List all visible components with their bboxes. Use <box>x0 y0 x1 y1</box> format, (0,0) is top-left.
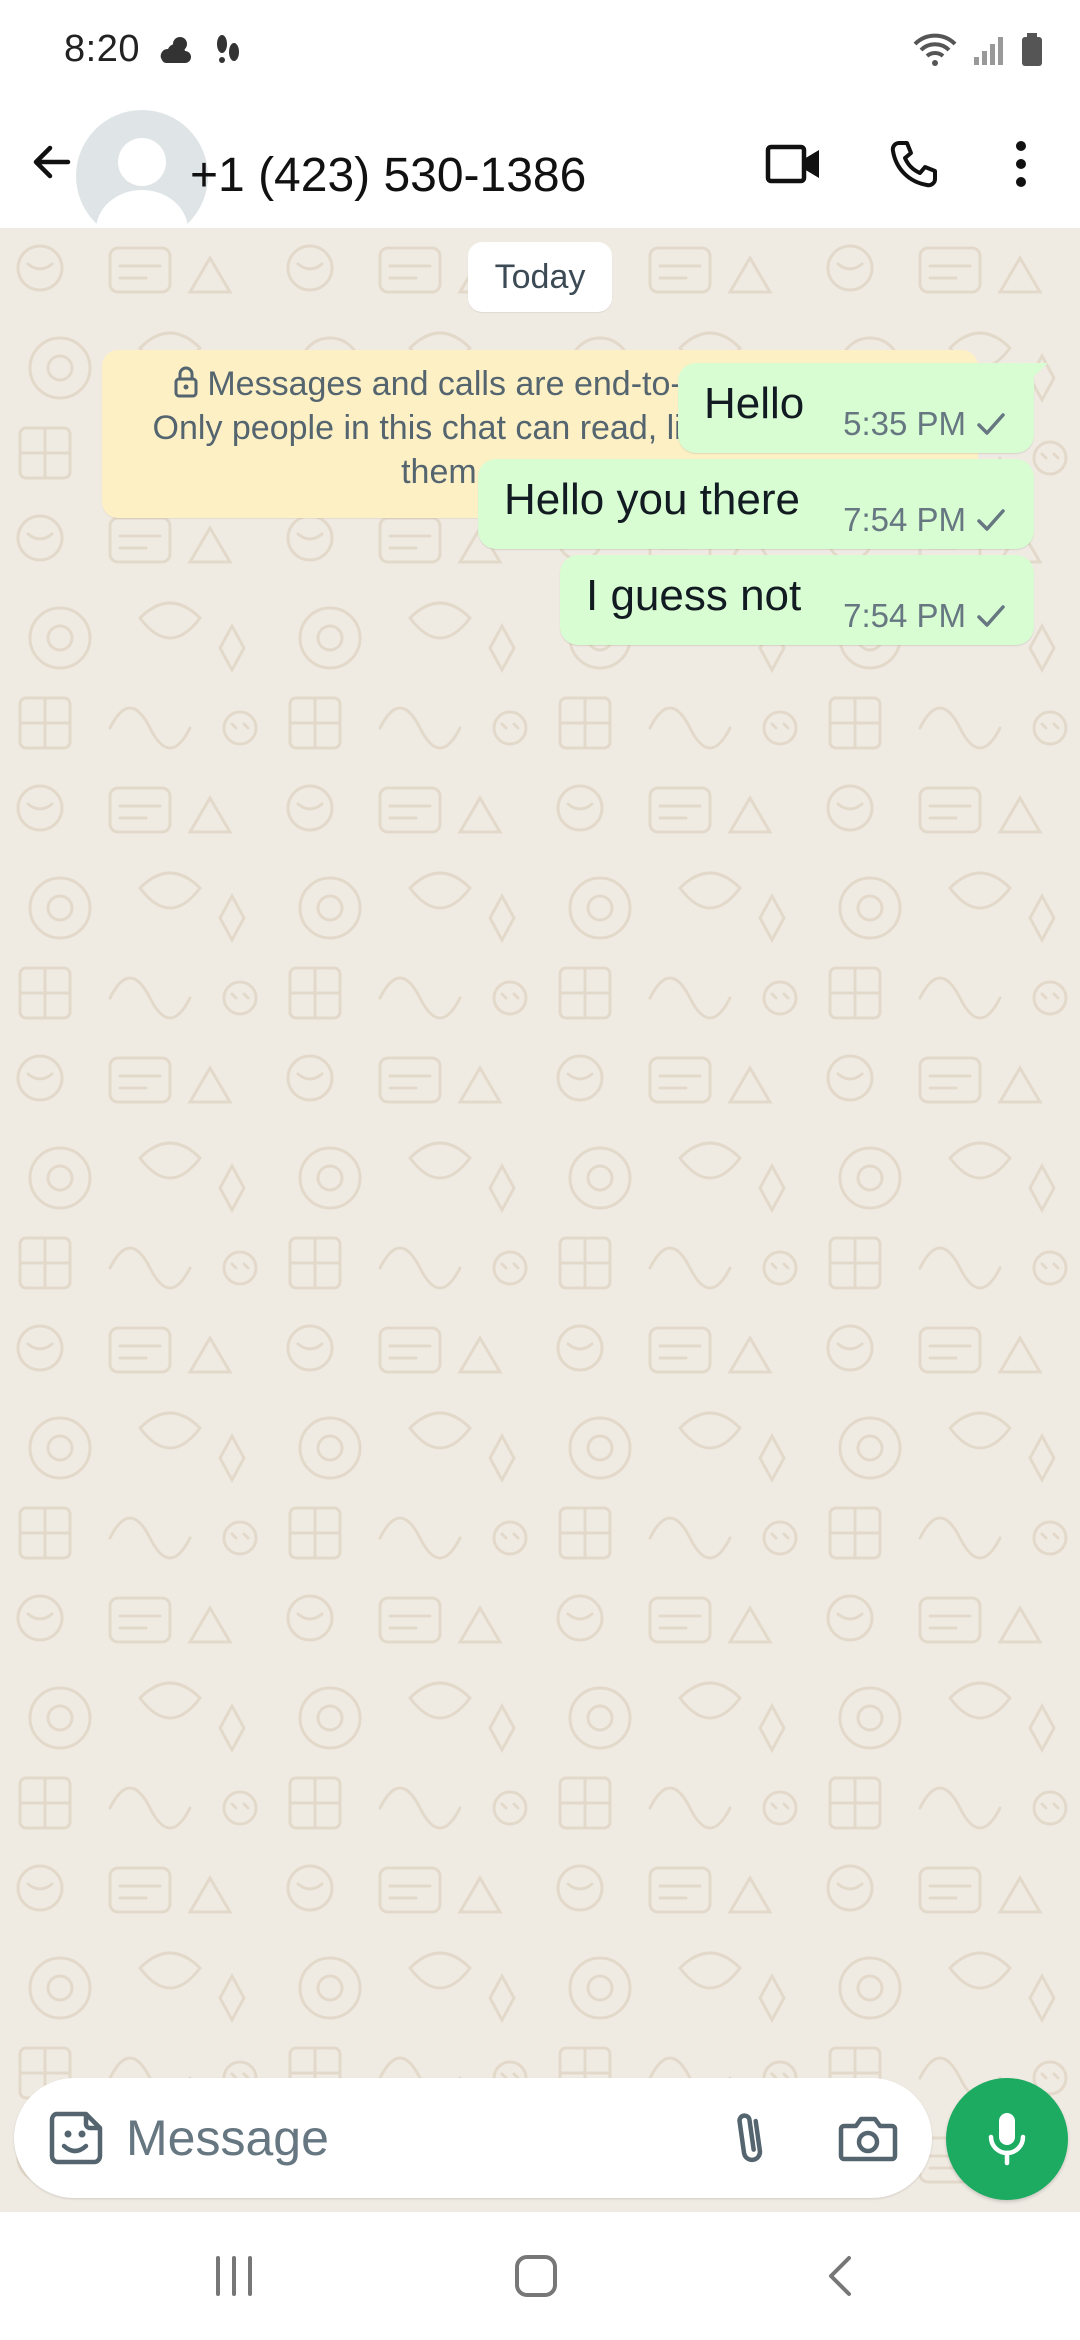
wifi-icon <box>912 32 958 73</box>
signal-icon <box>972 33 1006 72</box>
outgoing-message[interactable]: Hello 5:35 PM <box>678 363 1048 453</box>
recent-apps-button[interactable] <box>198 2244 270 2308</box>
microphone-icon <box>988 2113 1026 2166</box>
default-avatar-icon <box>96 138 188 230</box>
message-text: Hello you there <box>504 475 800 524</box>
message-text: I guess not <box>586 571 802 620</box>
system-nav-bar <box>0 2212 1080 2340</box>
home-button[interactable] <box>500 2244 572 2308</box>
bubble-tail <box>1020 363 1048 389</box>
message-meta: 5:35 PM <box>843 405 1006 443</box>
status-left-icons <box>156 30 248 75</box>
message-time: 5:35 PM <box>843 405 966 442</box>
single-check-icon <box>977 413 1005 435</box>
voice-message-button[interactable] <box>946 2078 1068 2200</box>
status-time: 8:20 <box>64 28 140 70</box>
message-time: 7:54 PM <box>843 597 966 634</box>
contact-name[interactable]: +1 (423) 530-1386 <box>190 124 586 228</box>
chat-header: +1 (423) 530-1386 <box>0 100 1080 242</box>
video-call-icon <box>765 144 819 184</box>
message-input[interactable] <box>126 2096 686 2180</box>
camera-button[interactable] <box>832 2102 904 2174</box>
nav-back-icon <box>829 2256 851 2296</box>
message-time: 7:54 PM <box>843 501 966 538</box>
avatar[interactable] <box>76 110 208 242</box>
more-options-icon <box>1016 141 1026 187</box>
video-call-button[interactable] <box>752 122 836 206</box>
voice-call-button[interactable] <box>872 122 956 206</box>
message-meta: 7:54 PM <box>843 501 1006 539</box>
message-composer <box>14 2078 932 2198</box>
recent-apps-icon <box>216 2256 252 2296</box>
message-meta: 7:54 PM <box>843 597 1006 635</box>
home-icon <box>515 2255 557 2297</box>
more-options-button[interactable] <box>986 122 1056 206</box>
battery-icon <box>1020 32 1044 73</box>
outgoing-message[interactable]: Hello you there 7:54 PM <box>478 459 1034 549</box>
lock-icon <box>174 366 198 398</box>
weather-icon <box>156 30 196 75</box>
paperclip-icon <box>737 2113 763 2163</box>
date-chip: Today <box>468 242 612 312</box>
system-back-button[interactable] <box>804 2244 876 2308</box>
status-right-icons <box>912 32 1044 73</box>
single-check-icon <box>977 509 1005 531</box>
voice-call-icon <box>890 141 937 188</box>
camera-icon <box>838 2116 898 2162</box>
sticker-icon <box>49 2111 103 2165</box>
attach-button[interactable] <box>714 2102 786 2174</box>
message-text: Hello <box>704 379 805 428</box>
outgoing-message[interactable]: I guess not 7:54 PM <box>560 555 1034 645</box>
back-arrow-icon <box>33 145 71 179</box>
status-bar: 8:20 <box>0 0 1080 100</box>
single-check-icon <box>977 605 1005 627</box>
activity-icon <box>208 30 248 75</box>
chat-area[interactable]: Today Messages and calls are end-to-end … <box>0 228 1080 2228</box>
sticker-button[interactable] <box>40 2102 112 2174</box>
